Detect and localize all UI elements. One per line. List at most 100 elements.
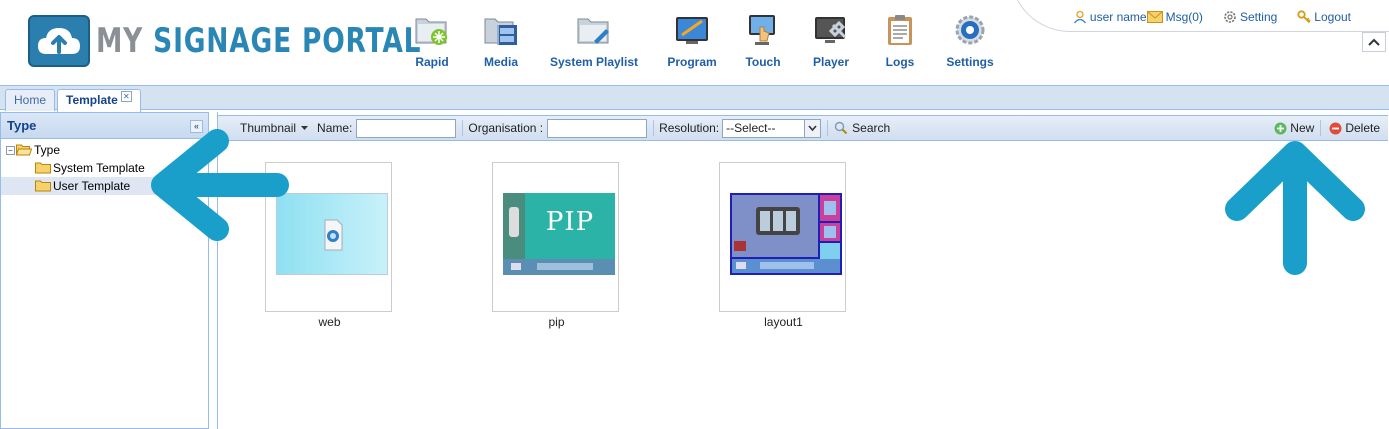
nav-label: Media bbox=[483, 55, 518, 69]
key-icon bbox=[1297, 10, 1311, 24]
tab-template[interactable]: Template ✕ bbox=[57, 89, 141, 112]
template-name: layout1 bbox=[764, 315, 803, 329]
tree-label: Type bbox=[34, 143, 61, 157]
setting-link[interactable]: Setting bbox=[1223, 10, 1277, 24]
template-card-web[interactable]: web bbox=[265, 162, 392, 329]
tree-node-user-template[interactable]: User Template bbox=[1, 177, 208, 195]
nav-label: Settings bbox=[946, 55, 994, 69]
chevron-up-icon bbox=[1368, 38, 1380, 46]
view-mode-label: Thumbnail bbox=[240, 121, 297, 135]
collapse-panel-icon[interactable]: « bbox=[190, 120, 203, 133]
type-panel-header: Type « bbox=[1, 113, 208, 139]
organisation-label: Organisation : bbox=[468, 121, 544, 135]
close-icon[interactable]: ✕ bbox=[120, 91, 132, 102]
delete-button[interactable]: Delete bbox=[1329, 121, 1380, 135]
msg-link[interactable]: Msg(0) bbox=[1146, 10, 1203, 24]
logo-my: MY bbox=[96, 21, 144, 61]
organisation-input[interactable] bbox=[547, 118, 648, 138]
nav-rapid[interactable]: Rapid bbox=[398, 12, 466, 69]
layout1-preview bbox=[730, 193, 842, 275]
search-label: Search bbox=[852, 121, 891, 135]
tree-node-system-template[interactable]: System Template bbox=[1, 159, 208, 177]
nav-player[interactable]: Player bbox=[794, 12, 868, 69]
chevron-down-icon[interactable] bbox=[804, 119, 821, 137]
resolution-value: --Select-- bbox=[726, 121, 776, 135]
tree-node-root[interactable]: − Type bbox=[1, 141, 208, 159]
name-input[interactable] bbox=[356, 118, 457, 138]
tab-label: Template bbox=[66, 93, 118, 107]
pip-thumb-text: PIP bbox=[545, 207, 595, 237]
template-toolbar: Thumbnail Name: Organisation : Resolutio… bbox=[218, 115, 1388, 141]
tab-bar: Home Template ✕ bbox=[0, 85, 1389, 112]
nav-label: Touch bbox=[745, 55, 781, 69]
logout-text: Logout bbox=[1314, 10, 1351, 24]
resolution-label: Resolution: bbox=[659, 121, 720, 135]
search-button[interactable]: Search bbox=[834, 121, 890, 135]
caret-down-icon bbox=[301, 126, 309, 130]
template-thumbnail bbox=[730, 193, 842, 275]
media-icon bbox=[483, 12, 519, 48]
template-name: pip bbox=[548, 315, 565, 329]
toolbar-separator bbox=[1320, 120, 1322, 136]
toolbar-separator bbox=[462, 120, 464, 136]
name-filter: Name: bbox=[317, 118, 457, 138]
system-playlist-icon bbox=[576, 12, 612, 48]
template-thumbnail: PIP bbox=[503, 193, 615, 275]
tab-label: Home bbox=[14, 93, 47, 107]
nav-logs[interactable]: Logs bbox=[868, 12, 932, 69]
setting-text: Setting bbox=[1239, 10, 1278, 24]
nav-media[interactable]: Media bbox=[466, 12, 536, 69]
nav-system-playlist[interactable]: System Playlist bbox=[536, 12, 652, 69]
name-label: Name: bbox=[317, 121, 353, 135]
template-main: Thumbnail Name: Organisation : Resolutio… bbox=[217, 112, 1389, 429]
template-thumbnail bbox=[276, 193, 388, 275]
folder-open-icon bbox=[16, 144, 32, 156]
nav-label: Player bbox=[812, 55, 850, 69]
app-window: MY SIGNAGE PORTAL Rapid Media System Pla… bbox=[0, 0, 1389, 429]
main-nav: Rapid Media System Playlist Program Touc… bbox=[398, 12, 1008, 69]
rapid-icon bbox=[414, 12, 450, 48]
type-panel: Type « − Type System Template User Templ… bbox=[0, 112, 209, 429]
folder-icon bbox=[35, 180, 51, 192]
nav-label: Program bbox=[667, 55, 717, 69]
nav-program[interactable]: Program bbox=[652, 12, 732, 69]
tree-label: User Template bbox=[53, 179, 131, 193]
user-link[interactable]: user name bbox=[1073, 10, 1147, 24]
toolbar-actions: New Delete bbox=[1266, 120, 1388, 136]
touch-icon bbox=[745, 12, 781, 48]
nav-touch[interactable]: Touch bbox=[732, 12, 794, 69]
organisation-filter: Organisation : bbox=[468, 118, 648, 138]
envelope-icon bbox=[1146, 11, 1163, 23]
nav-settings[interactable]: Settings bbox=[932, 12, 1008, 69]
logo-signage-portal: SIGNAGE PORTAL bbox=[153, 21, 422, 61]
delete-label: Delete bbox=[1345, 121, 1380, 135]
nav-label: System Playlist bbox=[549, 55, 639, 69]
toolbar-separator bbox=[827, 120, 829, 136]
nav-label: Rapid bbox=[415, 55, 449, 69]
template-card-pip[interactable]: PIP pip bbox=[492, 162, 619, 329]
msg-text: Msg(0) bbox=[1165, 10, 1203, 24]
view-mode-button[interactable]: Thumbnail bbox=[240, 121, 309, 135]
logout-link[interactable]: Logout bbox=[1297, 10, 1351, 24]
logs-icon bbox=[882, 12, 918, 48]
settings-icon bbox=[952, 12, 988, 48]
user-icon bbox=[1073, 10, 1086, 24]
plus-circle-icon bbox=[1274, 122, 1287, 134]
minus-circle-icon bbox=[1329, 122, 1342, 134]
resolution-select[interactable]: --Select-- bbox=[722, 118, 822, 138]
logo-text: MY SIGNAGE PORTAL bbox=[96, 21, 421, 61]
web-page-icon bbox=[324, 219, 343, 251]
nav-label: Logs bbox=[885, 55, 915, 69]
resolution-filter: Resolution: --Select-- bbox=[659, 118, 822, 138]
toolbar-separator bbox=[653, 120, 655, 136]
header: MY SIGNAGE PORTAL Rapid Media System Pla… bbox=[0, 0, 1389, 85]
new-button[interactable]: New bbox=[1274, 121, 1314, 135]
collapse-header-button[interactable] bbox=[1362, 32, 1386, 52]
tab-home[interactable]: Home bbox=[5, 89, 56, 111]
type-tree: − Type System Template User Template bbox=[1, 139, 208, 195]
new-label: New bbox=[1290, 121, 1315, 135]
folder-icon bbox=[35, 162, 51, 174]
template-card-layout1[interactable]: layout1 bbox=[719, 162, 846, 329]
minus-icon[interactable]: − bbox=[6, 145, 15, 155]
panel-title: Type bbox=[7, 118, 37, 133]
